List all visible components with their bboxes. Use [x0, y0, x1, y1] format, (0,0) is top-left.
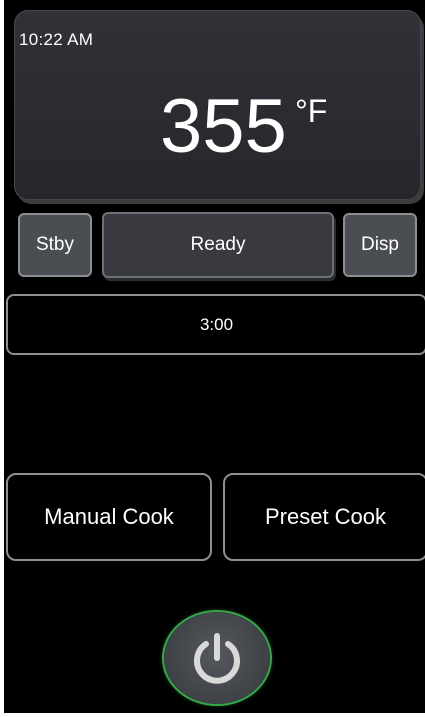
- oven-control-screen: 10:22 AM 355 °F Stby Ready Disp 3:00 Man…: [4, 0, 425, 713]
- clock-time: 10:22 AM: [19, 30, 94, 49]
- standby-button-label: Stby: [35, 234, 75, 255]
- preset-cook-label: Preset Cook: [264, 504, 387, 529]
- temperature-value: 355: [160, 84, 287, 169]
- display-button[interactable]: Disp: [343, 213, 417, 277]
- manual-cook-button[interactable]: Manual Cook: [6, 473, 212, 561]
- status-ready-button[interactable]: Ready: [102, 212, 334, 278]
- display-button-label: Disp: [360, 234, 399, 255]
- manual-cook-label: Manual Cook: [44, 504, 174, 529]
- power-icon: [194, 633, 240, 684]
- status-label: Ready: [190, 234, 246, 255]
- temperature-panel: 10:22 AM 355 °F: [14, 10, 421, 200]
- timer-field[interactable]: 3:00: [6, 294, 425, 355]
- temperature-unit: °F: [295, 93, 328, 129]
- standby-button[interactable]: Stby: [18, 213, 92, 277]
- power-button[interactable]: [164, 612, 270, 704]
- timer-value: 3:00: [199, 314, 234, 334]
- preset-cook-button[interactable]: Preset Cook: [223, 473, 425, 561]
